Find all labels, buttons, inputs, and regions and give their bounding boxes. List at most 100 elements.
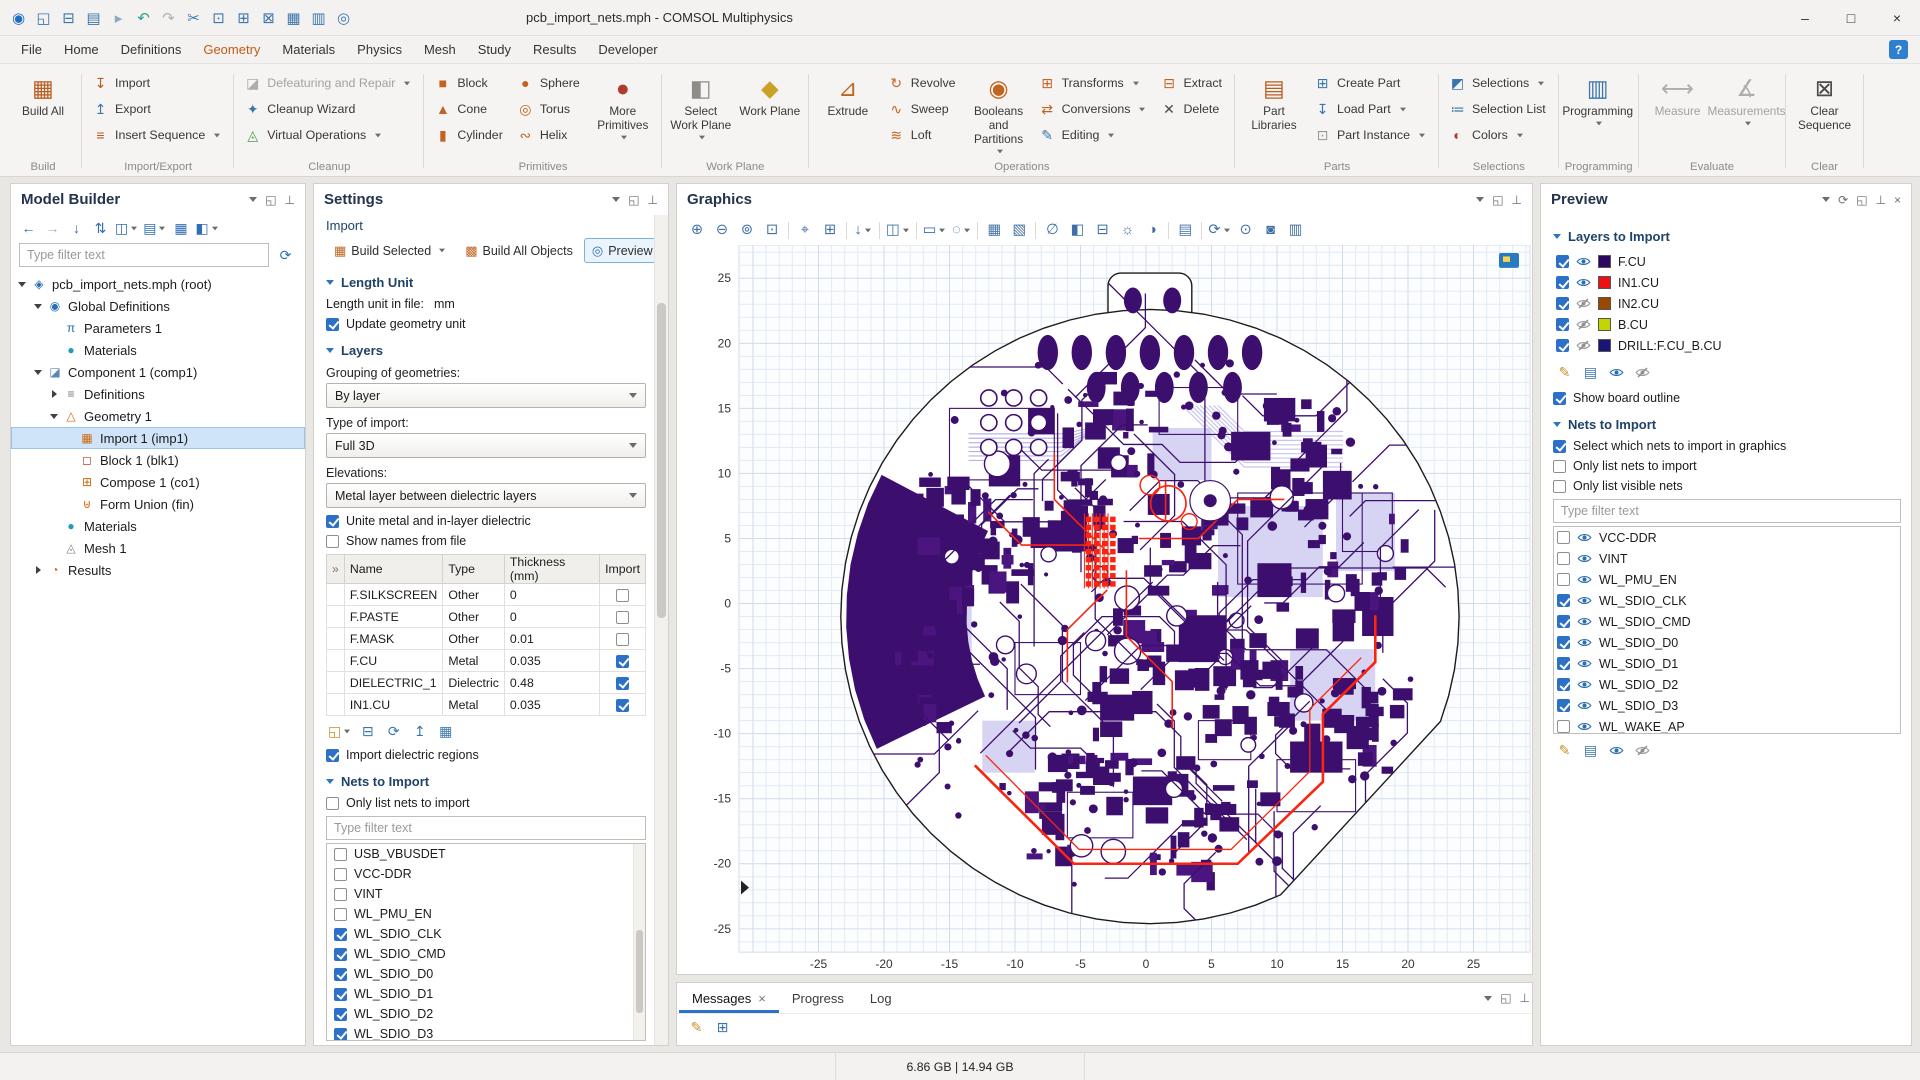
- layer-name-cell[interactable]: F.CU: [344, 650, 442, 672]
- visible-eye-icon[interactable]: [1577, 616, 1592, 627]
- pin-panel-icon[interactable]: ⊥: [648, 193, 658, 207]
- collapse-panel-icon[interactable]: [249, 197, 257, 202]
- cut-icon[interactable]: ✂: [181, 5, 206, 31]
- lasso-mode-icon[interactable]: ◌: [949, 219, 973, 242]
- comsol-watermark-icon[interactable]: [1499, 253, 1519, 268]
- hide-selected-icon[interactable]: [1631, 361, 1654, 383]
- expander-icon[interactable]: [49, 323, 60, 334]
- hidden-eye-icon[interactable]: [1576, 319, 1591, 330]
- update-geometry-unit-checkbox[interactable]: Update geometry unit: [326, 317, 646, 331]
- build-all-button[interactable]: ▦Build All: [10, 67, 76, 119]
- layer-checkbox[interactable]: [1556, 297, 1569, 310]
- zoom-in-icon[interactable]: ⊕: [685, 219, 709, 242]
- menu-geometry[interactable]: Geometry: [192, 38, 271, 61]
- net-item-wl-sdio-cmd[interactable]: WL_SDIO_CMD: [1554, 611, 1900, 632]
- name-column-header[interactable]: Name: [344, 555, 442, 584]
- expander-icon[interactable]: [65, 455, 76, 466]
- net-item-wl-sdio-d1[interactable]: WL_SDIO_D1: [1554, 653, 1900, 674]
- net-item-wl-sdio-d2[interactable]: WL_SDIO_D2: [327, 1004, 645, 1024]
- net-checkbox[interactable]: [1557, 720, 1570, 733]
- show-options-icon[interactable]: ◫: [113, 217, 140, 239]
- zoom-box-icon[interactable]: ⊡: [760, 219, 784, 242]
- open-file-icon[interactable]: ◱: [326, 720, 353, 742]
- layer-thickness-cell[interactable]: 0: [504, 584, 599, 606]
- tab-progress[interactable]: Progress: [779, 983, 857, 1013]
- preview-nets-filter-input[interactable]: [1553, 499, 1901, 523]
- visible-eye-icon[interactable]: [1577, 658, 1592, 669]
- tree-item-global-definitions[interactable]: ◉Global Definitions: [11, 295, 305, 317]
- hide-objects-icon[interactable]: ∅: [1040, 219, 1064, 242]
- net-checkbox[interactable]: [1557, 573, 1570, 586]
- collapse-panel-icon[interactable]: [612, 197, 620, 202]
- close-panel-icon[interactable]: ×: [1894, 193, 1901, 207]
- tree-item-block-1-blk1[interactable]: ◻Block 1 (blk1): [11, 449, 305, 471]
- layer-checkbox[interactable]: [1556, 339, 1569, 352]
- close-button[interactable]: ×: [1874, 0, 1920, 36]
- refresh-filter-icon[interactable]: ⟳: [274, 244, 297, 266]
- net-checkbox[interactable]: [334, 948, 347, 961]
- tree-filter-input[interactable]: [19, 243, 269, 267]
- net-item-wl-sdio-d0[interactable]: WL_SDIO_D0: [327, 964, 645, 984]
- selections-button[interactable]: ◩Selections: [1445, 70, 1553, 96]
- graphics-canvas[interactable]: -25-20-15-10-505101520252520151050-5-10-…: [677, 245, 1532, 974]
- zoom-out-icon[interactable]: ⊖: [710, 219, 734, 242]
- copy-icon[interactable]: ⊡: [206, 5, 231, 31]
- go-to-node-icon[interactable]: ◧: [193, 217, 220, 239]
- row-move-cell[interactable]: [327, 584, 345, 606]
- scene-light-icon[interactable]: ☼: [1115, 219, 1139, 242]
- tree-item-pcb-import-nets-mph-root[interactable]: ◈pcb_import_nets.mph (root): [11, 273, 305, 295]
- open-icon[interactable]: ◱: [31, 5, 56, 31]
- copy-messages-icon[interactable]: ⊞: [711, 1016, 734, 1038]
- view-menu-icon[interactable]: ◫: [884, 219, 912, 242]
- orientation-icon[interactable]: ↓: [851, 219, 875, 242]
- import-button[interactable]: ↧Import: [88, 70, 228, 96]
- layer-item-f-cu[interactable]: F.CU: [1553, 251, 1901, 272]
- cleanup-wizard-button[interactable]: ✦Cleanup Wizard: [240, 96, 418, 122]
- virtual-operations-button[interactable]: ◬Virtual Operations: [240, 122, 418, 148]
- hide-selected-icon[interactable]: [1631, 739, 1654, 761]
- layer-import-cell[interactable]: [600, 628, 646, 650]
- menu-mesh[interactable]: Mesh: [413, 38, 467, 61]
- transforms-button[interactable]: ⊞Transforms: [1035, 70, 1154, 96]
- net-item-usb-vbusdet[interactable]: USB_VBUSDET: [327, 844, 645, 864]
- tree-item-materials[interactable]: ●Materials: [11, 515, 305, 537]
- only-list-visible-nets-checkbox[interactable]: Only list visible nets: [1553, 479, 1901, 493]
- preview-nets-header[interactable]: Nets to Import: [1553, 417, 1901, 432]
- layer-import-cell[interactable]: [600, 606, 646, 628]
- unite-metal-checkbox[interactable]: Unite metal and in-layer dielectric: [326, 514, 646, 528]
- import-dielectric-checkbox[interactable]: Import dielectric regions: [326, 748, 646, 762]
- visible-eye-icon[interactable]: [1577, 637, 1592, 648]
- go-to-default-view-icon[interactable]: ⌖: [793, 219, 817, 242]
- cylinder-button[interactable]: ▮Cylinder: [430, 122, 509, 148]
- nets-filter-input[interactable]: [326, 816, 646, 840]
- menu-file[interactable]: File: [10, 38, 53, 61]
- tab-log[interactable]: Log: [857, 983, 905, 1013]
- move-icon[interactable]: ⇅: [89, 217, 112, 239]
- selection-list-button[interactable]: ≔Selection List: [1445, 96, 1553, 122]
- clear-messages-icon[interactable]: ✎: [685, 1016, 708, 1038]
- measure-button[interactable]: ⟷Measure: [1645, 67, 1711, 119]
- refresh-table-icon[interactable]: ⟳: [382, 720, 405, 742]
- net-checkbox[interactable]: [334, 888, 347, 901]
- row-move-cell[interactable]: [327, 650, 345, 672]
- menu-physics[interactable]: Physics: [346, 38, 413, 61]
- pin-panel-icon[interactable]: ⊥: [1876, 193, 1886, 207]
- edit-color-icon[interactable]: ✎: [1553, 361, 1576, 383]
- move-up-icon[interactable]: ↥: [408, 720, 431, 742]
- layer-import-cell[interactable]: [600, 694, 646, 716]
- work-plane-button[interactable]: ◆Work Plane: [737, 67, 803, 119]
- layer-item-in1-cu[interactable]: IN1.CU: [1553, 272, 1901, 293]
- nets-section-header[interactable]: Nets to Import: [326, 774, 646, 789]
- reset-color-icon[interactable]: ▤: [1579, 739, 1602, 761]
- expander-icon[interactable]: [65, 433, 76, 444]
- tree-item-parameters-1[interactable]: πParameters 1: [11, 317, 305, 339]
- layer-type-cell[interactable]: Other: [443, 606, 505, 628]
- collapse-panel-icon[interactable]: [1484, 996, 1492, 1001]
- defeaturing-and-repair-button[interactable]: ◪Defeaturing and Repair: [240, 70, 418, 96]
- torus-button[interactable]: ◎Torus: [513, 96, 587, 122]
- net-item-wl-sdio-clk[interactable]: WL_SDIO_CLK: [327, 924, 645, 944]
- row-move-cell[interactable]: [327, 628, 345, 650]
- save-file-icon[interactable]: ⊟: [356, 720, 379, 742]
- visible-eye-icon[interactable]: [1577, 532, 1592, 543]
- collapse-all-icon[interactable]: ▤: [141, 217, 168, 239]
